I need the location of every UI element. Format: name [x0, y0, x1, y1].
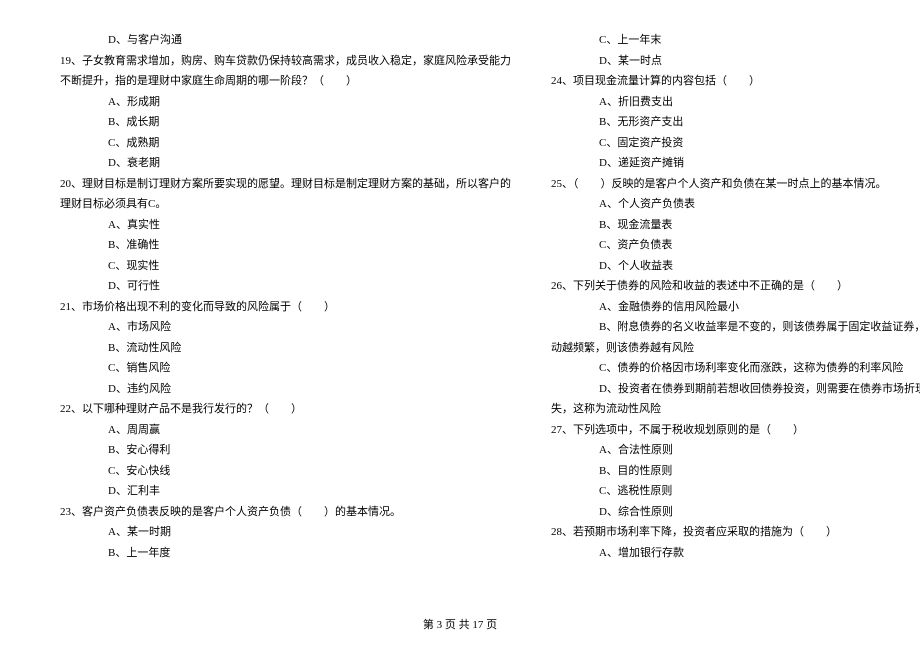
- option-text: D、违约风险: [60, 379, 511, 400]
- option-text: A、增加银行存款: [551, 543, 920, 564]
- option-text: B、流动性风险: [60, 338, 511, 359]
- option-text: B、准确性: [60, 235, 511, 256]
- option-text: D、衰老期: [60, 153, 511, 174]
- question-text: 24、项目现金流量计算的内容包括（ ）: [551, 71, 920, 92]
- option-text: C、安心快线: [60, 461, 511, 482]
- option-text: A、周周赢: [60, 420, 511, 441]
- option-text: 动越频繁，则该债券越有风险: [551, 338, 920, 359]
- option-text: A、金融债券的信用风险最小: [551, 297, 920, 318]
- option-text: A、个人资产负债表: [551, 194, 920, 215]
- question-text: 25、（ ）反映的是客户个人资产和负债在某一时点上的基本情况。: [551, 174, 920, 195]
- option-text: D、与客户沟通: [60, 30, 511, 51]
- option-text: A、合法性原则: [551, 440, 920, 461]
- page-footer: 第 3 页 共 17 页: [0, 616, 920, 632]
- option-text: D、汇利丰: [60, 481, 511, 502]
- option-text: C、债券的价格因市场利率变化而涨跌，这称为债券的利率风险: [551, 358, 920, 379]
- option-text: C、固定资产投资: [551, 133, 920, 154]
- option-text: B、现金流量表: [551, 215, 920, 236]
- question-text: 26、下列关于债券的风险和收益的表述中不正确的是（ ）: [551, 276, 920, 297]
- question-text: 不断提升，指的是理财中家庭生命周期的哪一阶段？（ ）: [60, 71, 511, 92]
- option-text: C、销售风险: [60, 358, 511, 379]
- option-text: D、某一时点: [551, 51, 920, 72]
- option-text: A、折旧费支出: [551, 92, 920, 113]
- question-text: 20、理财目标是制订理财方案所要实现的愿望。理财目标是制定理财方案的基础，所以客…: [60, 174, 511, 195]
- document-page: D、与客户沟通 19、子女教育需求增加，购房、购车贷款仍保持较高需求，成员收入稳…: [0, 0, 920, 650]
- option-text: C、逃税性原则: [551, 481, 920, 502]
- question-text: 21、市场价格出现不利的变化而导致的风险属于（ ）: [60, 297, 511, 318]
- question-text: 28、若预期市场利率下降，投资者应采取的措施为（ ）: [551, 522, 920, 543]
- question-text: 23、客户资产负债表反映的是客户个人资产负债（ ）的基本情况。: [60, 502, 511, 523]
- option-text: C、成熟期: [60, 133, 511, 154]
- option-text: B、上一年度: [60, 543, 511, 564]
- option-text: B、成长期: [60, 112, 511, 133]
- option-text: A、市场风险: [60, 317, 511, 338]
- option-text: D、个人收益表: [551, 256, 920, 277]
- option-text: C、上一年末: [551, 30, 920, 51]
- question-text: 19、子女教育需求增加，购房、购车贷款仍保持较高需求，成员收入稳定，家庭风险承受…: [60, 51, 511, 72]
- option-text: A、形成期: [60, 92, 511, 113]
- option-text: A、某一时期: [60, 522, 511, 543]
- question-text: 27、下列选项中，不属于税收规划原则的是（ ）: [551, 420, 920, 441]
- question-text: 22、以下哪种理财产品不是我行发行的？（ ）: [60, 399, 511, 420]
- option-text: 失，这称为流动性风险: [551, 399, 920, 420]
- option-text: B、目的性原则: [551, 461, 920, 482]
- option-text: B、无形资产支出: [551, 112, 920, 133]
- left-column: D、与客户沟通 19、子女教育需求增加，购房、购车贷款仍保持较高需求，成员收入稳…: [60, 30, 531, 610]
- option-text: A、真实性: [60, 215, 511, 236]
- option-text: B、附息债券的名义收益率是不变的，则该债券属于固定收益证券，但实际上债券的价格变: [551, 317, 920, 338]
- option-text: D、投资者在债券到期前若想收回债券投资，则需要在债券市场折现，从而可能带来一定损: [551, 379, 920, 400]
- option-text: C、现实性: [60, 256, 511, 277]
- option-text: C、资产负债表: [551, 235, 920, 256]
- option-text: B、安心得利: [60, 440, 511, 461]
- right-column: C、上一年末 D、某一时点 24、项目现金流量计算的内容包括（ ） A、折旧费支…: [531, 30, 920, 610]
- question-text: 理财目标必须具有C。: [60, 194, 511, 215]
- option-text: D、综合性原则: [551, 502, 920, 523]
- option-text: D、可行性: [60, 276, 511, 297]
- option-text: D、递延资产摊销: [551, 153, 920, 174]
